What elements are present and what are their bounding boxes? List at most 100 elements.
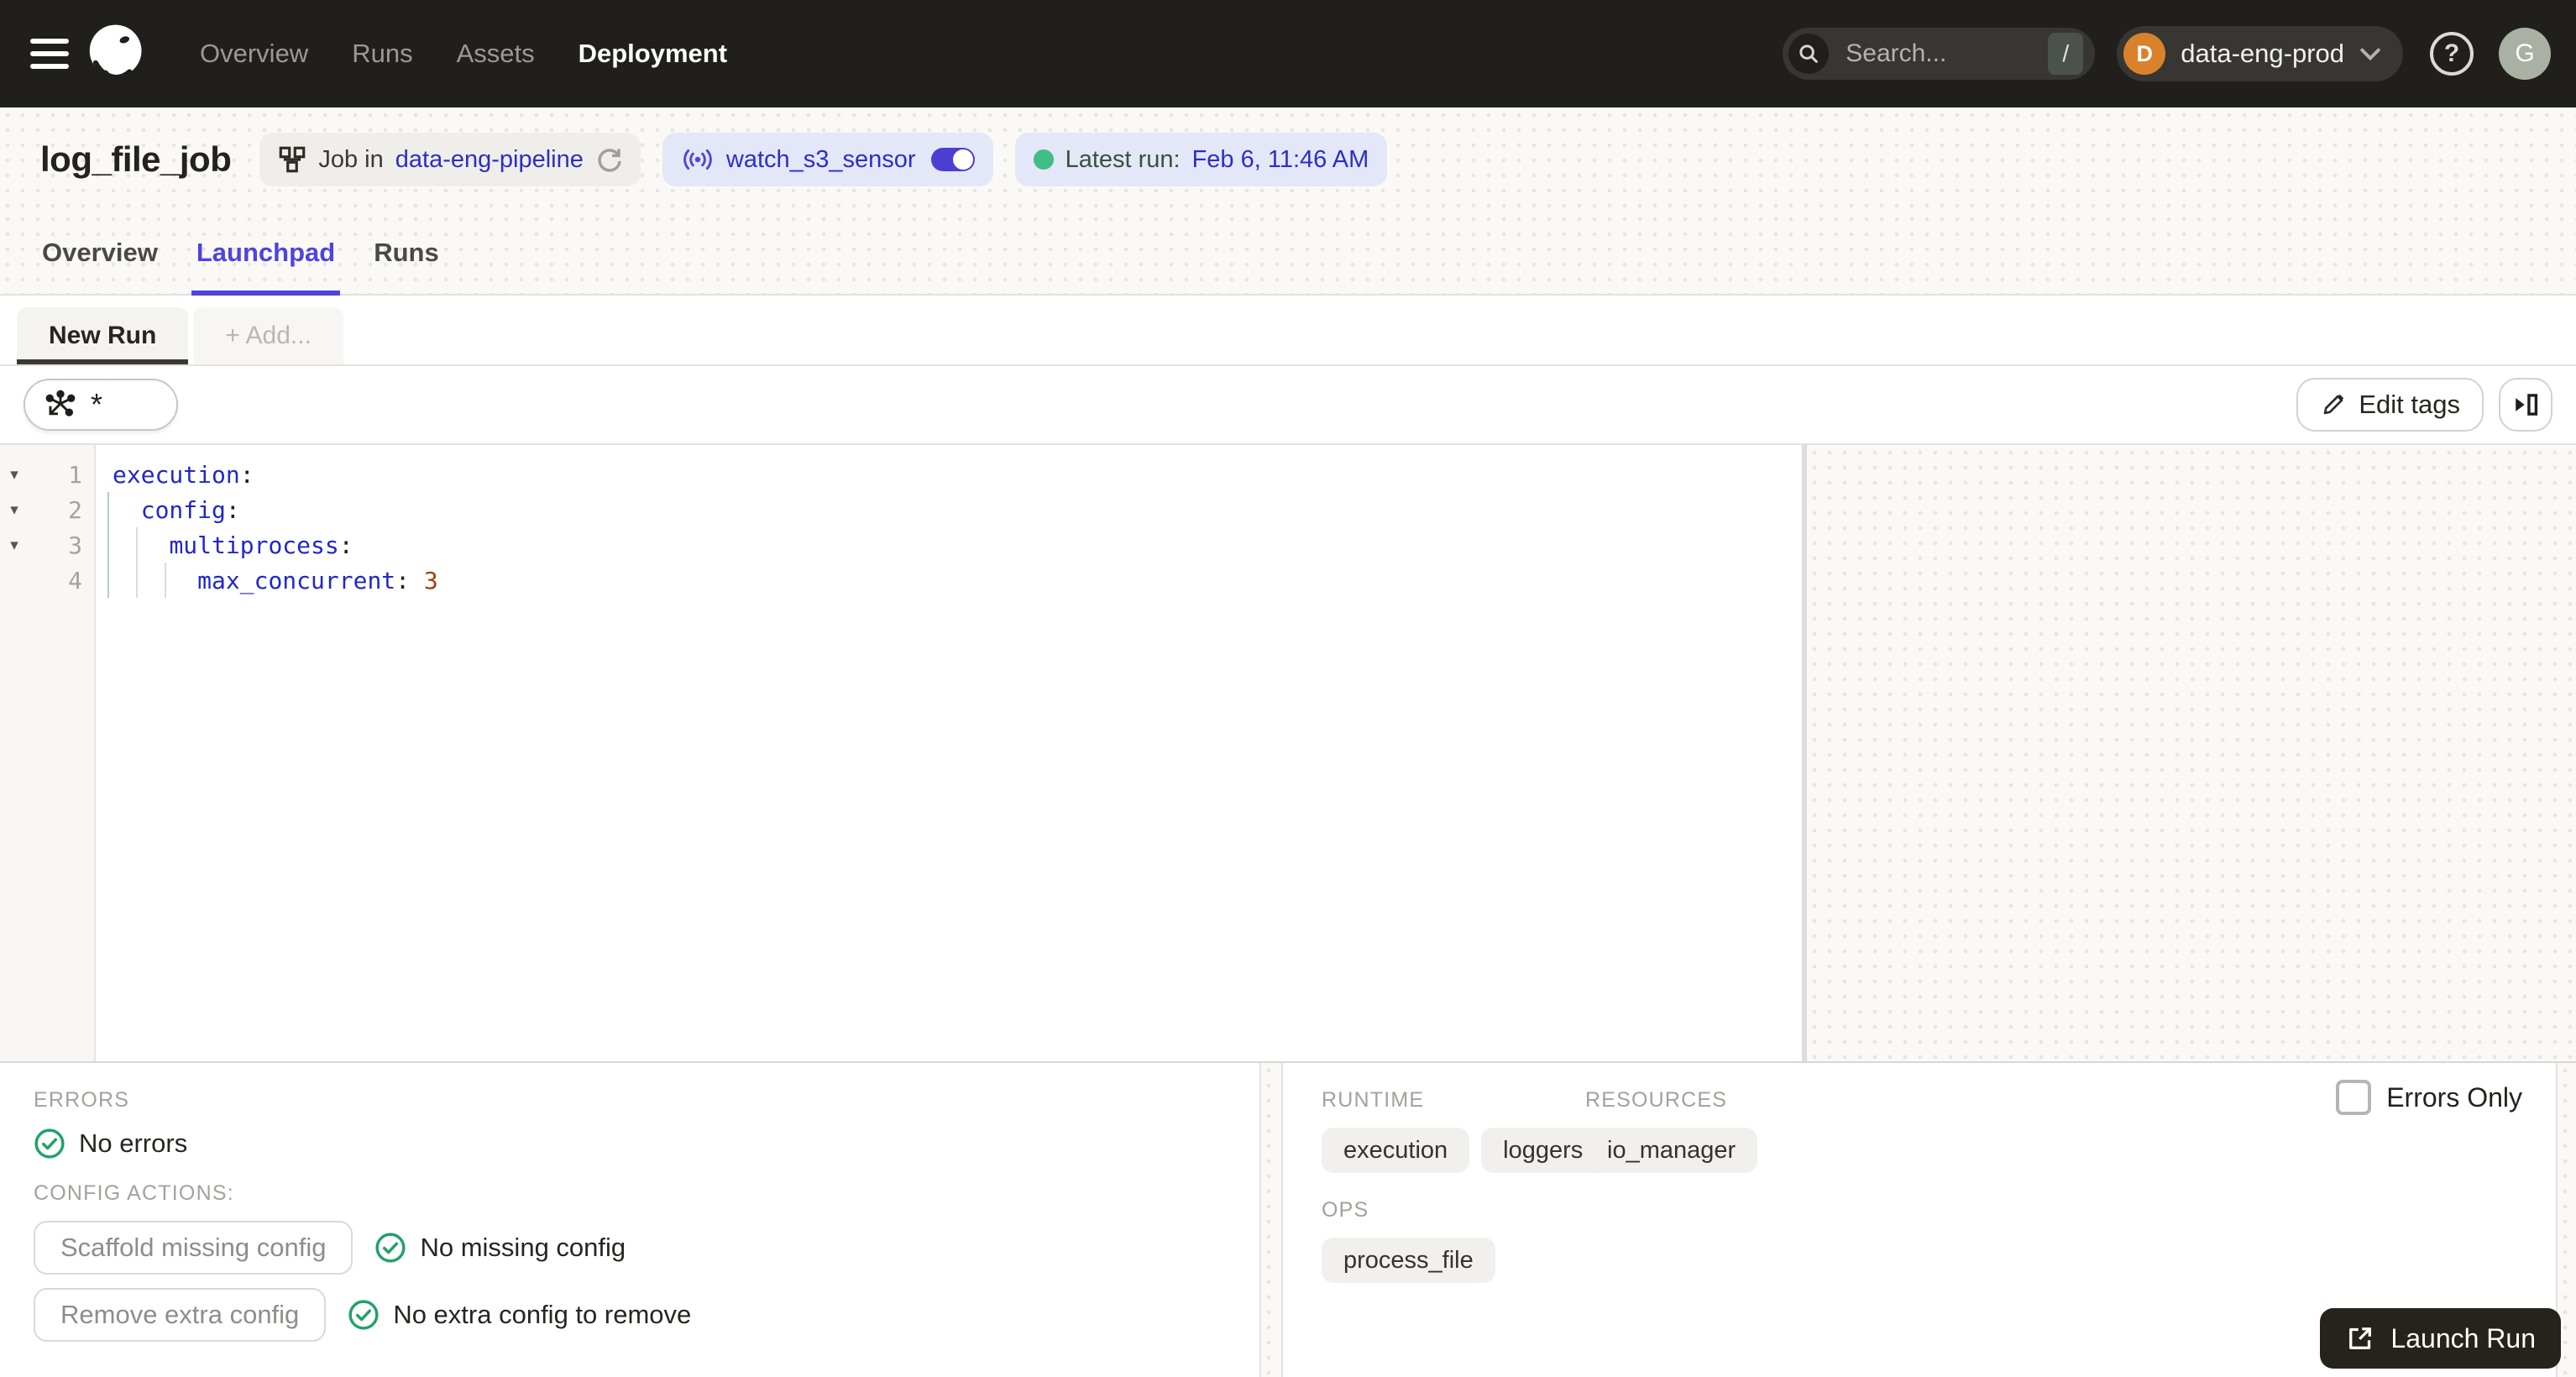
no-errors-status: No errors (34, 1128, 1226, 1160)
page-header: log_file_job Job in data-eng-pipeline wa… (0, 107, 2576, 212)
dagster-logo-icon[interactable] (86, 22, 149, 86)
indent-guide (136, 527, 138, 598)
search-placeholder: Search... (1846, 39, 1947, 67)
op-selector-value: * (91, 387, 103, 421)
job-in-label: Job in (318, 145, 384, 173)
indent-guide (107, 492, 109, 598)
workspace-switcher[interactable]: D data-eng-prod (2117, 26, 2403, 81)
edit-tags-label: Edit tags (2359, 390, 2460, 419)
op-tag[interactable]: process_file (1322, 1238, 1495, 1283)
latest-run-label: Latest run: (1065, 145, 1181, 173)
tab-overview-label: Overview (42, 238, 158, 267)
remove-extra-config-button[interactable]: Remove extra config (34, 1288, 327, 1342)
help-glyph: ? (2443, 39, 2460, 67)
op-selector-input[interactable]: * (24, 379, 178, 431)
launchpad-main: 1 2 3 4 execution: config: multiprocess:… (0, 445, 2576, 1061)
yaml-editor-area[interactable]: execution: config: multiprocess: max_con… (96, 445, 1802, 1061)
config-sections-panel: RUNTIME execution loggers RESOURCES io_m… (1283, 1063, 2576, 1377)
menu-icon[interactable] (30, 39, 69, 69)
sensor-link[interactable]: watch_s3_sensor (726, 146, 916, 174)
chevron-down-icon (2360, 48, 2380, 60)
ops-heading: OPS (1322, 1198, 1369, 1222)
tab-launchpad[interactable]: Launchpad (191, 212, 341, 296)
code-line: config: (140, 495, 240, 524)
errors-heading: ERRORS (34, 1088, 130, 1112)
pipeline-link[interactable]: data-eng-pipeline (395, 146, 584, 174)
sensor-toggle[interactable] (930, 148, 975, 171)
help-icon[interactable]: ? (2430, 32, 2474, 76)
config-schema-panel (1807, 445, 2576, 1061)
line-number: 1 (68, 460, 82, 489)
config-editor: 1 2 3 4 execution: config: multiprocess:… (0, 445, 1802, 1061)
resources-section: RESOURCES io_manager (1585, 1088, 1758, 1173)
line-number: 2 (68, 495, 82, 524)
bottom-section: ERRORS No errors CONFIG ACTIONS: Scaffol… (0, 1061, 2576, 1377)
add-config-tab-button[interactable]: + Add... (193, 307, 343, 364)
runtime-tag[interactable]: execution (1322, 1128, 1470, 1173)
top-nav: Overview Runs Assets Deployment Search..… (0, 0, 2576, 107)
scaffold-missing-config-button[interactable]: Scaffold missing config (34, 1221, 353, 1275)
op-graph-icon (45, 390, 76, 416)
launchpad-toolbar: * Edit tags (0, 366, 2576, 445)
resource-tag[interactable]: io_manager (1585, 1128, 1758, 1173)
tab-runs-label: Runs (374, 238, 439, 267)
errors-only-checkbox[interactable] (2336, 1080, 2372, 1115)
toggle-right-panel-button[interactable] (2499, 378, 2552, 432)
nav-item-deployment[interactable]: Deployment (557, 39, 749, 69)
new-run-tab[interactable]: New Run (17, 307, 189, 364)
errors-only-label: Errors Only (2386, 1081, 2522, 1113)
no-extra-config-text: No extra config to remove (393, 1300, 692, 1329)
run-status-dot (1033, 149, 1054, 170)
editor-gutter: 1 2 3 4 (0, 445, 96, 1061)
launch-run-button[interactable]: Launch Run (2320, 1308, 2561, 1369)
code-line: execution: (113, 460, 254, 489)
bottom-panel-divider (1259, 1063, 1283, 1377)
workspace-name: data-eng-prod (2181, 39, 2344, 68)
sensor-badge: watch_s3_sensor (662, 133, 993, 186)
check-circle-icon (348, 1300, 379, 1330)
code-line: multiprocess: (169, 531, 353, 559)
user-avatar[interactable]: G (2499, 28, 2551, 80)
no-errors-text: No errors (79, 1128, 188, 1158)
nav-item-runs[interactable]: Runs (330, 39, 434, 69)
latest-run-link[interactable]: Feb 6, 11:46 AM (1192, 146, 1369, 174)
tab-overview[interactable]: Overview (37, 212, 163, 294)
line-number: 4 (68, 566, 82, 594)
tab-launchpad-label: Launchpad (196, 238, 336, 267)
line-number: 3 (68, 531, 82, 559)
latest-run-badge: Latest run: Feb 6, 11:46 AM (1014, 133, 1388, 186)
no-extra-config-status: No extra config to remove (348, 1299, 691, 1331)
search-icon (1788, 34, 1830, 74)
tab-runs[interactable]: Runs (369, 212, 444, 294)
check-circle-icon (375, 1233, 406, 1263)
job-graph-icon (280, 146, 306, 173)
code-line: max_concurrent: 3 (197, 566, 438, 594)
ops-section: OPS process_file (1322, 1198, 2576, 1283)
errors-only-control: Errors Only (2336, 1080, 2522, 1115)
edit-tags-button[interactable]: Edit tags (2296, 378, 2484, 432)
no-missing-config-text: No missing config (420, 1233, 626, 1262)
reload-icon[interactable] (595, 146, 622, 173)
runtime-heading: RUNTIME (1322, 1088, 1425, 1112)
config-actions-heading: CONFIG ACTIONS: (34, 1181, 234, 1205)
fold-icon[interactable] (0, 500, 29, 520)
remove-extra-row: Remove extra config No extra config to r… (34, 1288, 1226, 1342)
check-circle-icon (34, 1128, 65, 1159)
search-input[interactable]: Search... / (1783, 28, 2096, 80)
no-missing-config-status: No missing config (374, 1232, 626, 1264)
job-tabs: Overview Launchpad Runs (0, 212, 2576, 296)
job-origin-badge: Job in data-eng-pipeline (259, 133, 641, 186)
launchpad-config-tabs: New Run + Add... (0, 296, 2576, 366)
pencil-icon (2324, 394, 2344, 415)
errors-actions-panel: ERRORS No errors CONFIG ACTIONS: Scaffol… (0, 1063, 1259, 1377)
fold-icon[interactable] (0, 465, 29, 484)
expand-panel-icon (2516, 394, 2538, 416)
sensor-icon (683, 149, 712, 170)
resources-heading: RESOURCES (1585, 1088, 1728, 1112)
runtime-section: RUNTIME execution loggers (1322, 1088, 1605, 1173)
nav-item-overview[interactable]: Overview (178, 39, 330, 69)
indent-guide (165, 563, 166, 598)
nav-item-assets[interactable]: Assets (435, 39, 557, 69)
workspace-avatar: D (2123, 33, 2166, 75)
fold-icon[interactable] (0, 536, 29, 555)
